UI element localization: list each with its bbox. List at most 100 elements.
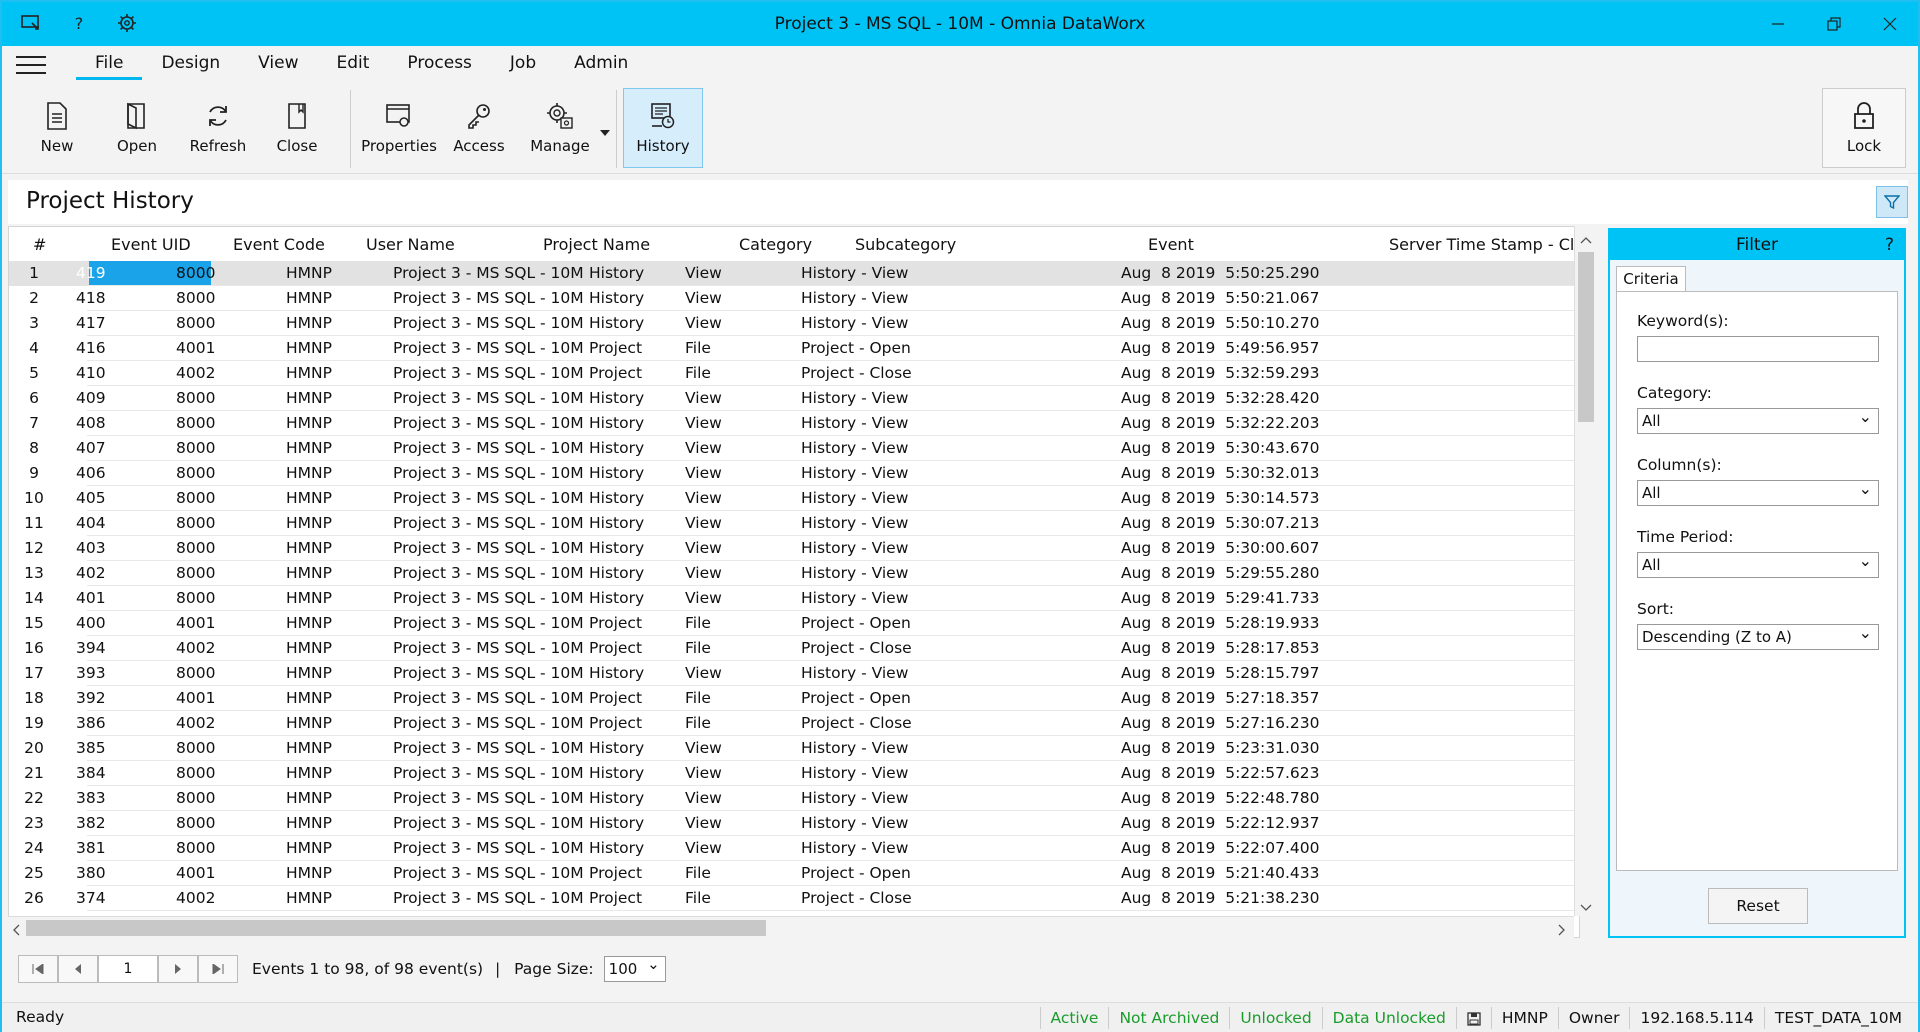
event-code-cell[interactable]: 4001 bbox=[176, 614, 215, 632]
menu-process[interactable]: Process bbox=[388, 46, 491, 84]
user-name-cell[interactable]: HMNP bbox=[286, 289, 332, 307]
project-name-cell[interactable]: Project 3 - MS SQL - 10M bbox=[393, 839, 584, 857]
event-uid-cell[interactable]: 404 bbox=[76, 514, 106, 532]
event-cell[interactable]: Project - Close bbox=[801, 639, 912, 657]
time-period-select[interactable]: All bbox=[1637, 549, 1879, 578]
category-cell[interactable]: History bbox=[589, 664, 644, 682]
event-cell[interactable]: History - View bbox=[801, 439, 908, 457]
project-name-cell[interactable]: Project 3 - MS SQL - 10M bbox=[393, 589, 584, 607]
column-header-event-uid[interactable]: Event UID bbox=[111, 235, 191, 254]
first-page-icon[interactable] bbox=[18, 955, 58, 983]
user-name-cell[interactable]: HMNP bbox=[286, 789, 332, 807]
project-name-cell[interactable]: Project 3 - MS SQL - 10M bbox=[393, 739, 584, 757]
column-header-subcategory[interactable]: Subcategory bbox=[855, 235, 956, 254]
event-uid-cell[interactable]: 381 bbox=[76, 839, 106, 857]
event-uid-cell[interactable]: 407 bbox=[76, 439, 106, 457]
restore-icon[interactable] bbox=[1806, 2, 1862, 46]
subcategory-cell[interactable]: View bbox=[685, 264, 722, 282]
user-name-cell[interactable]: HMNP bbox=[286, 364, 332, 382]
last-page-icon[interactable] bbox=[198, 955, 238, 983]
category-cell[interactable]: Project bbox=[589, 339, 642, 357]
subcategory-cell[interactable]: File bbox=[685, 639, 711, 657]
menu-design[interactable]: Design bbox=[142, 46, 239, 84]
table-row[interactable]: 2 418 8000 HMNP Project 3 - MS SQL - 10M Hist… bbox=[9, 286, 1574, 311]
subcategory-cell[interactable]: File bbox=[685, 364, 711, 382]
user-name-cell[interactable]: HMNP bbox=[286, 489, 332, 507]
event-code-cell[interactable]: 8000 bbox=[176, 839, 215, 857]
event-uid-cell[interactable]: 374 bbox=[76, 889, 106, 907]
category-cell[interactable]: History bbox=[589, 439, 644, 457]
event-uid-cell[interactable]: 385 bbox=[76, 739, 106, 757]
subcategory-cell[interactable]: View bbox=[685, 589, 722, 607]
user-name-cell[interactable]: HMNP bbox=[286, 264, 332, 282]
category-cell[interactable]: History bbox=[589, 764, 644, 782]
scroll-left-icon[interactable] bbox=[12, 922, 20, 940]
event-uid-cell[interactable]: 418 bbox=[76, 289, 106, 307]
hamburger-menu-icon[interactable] bbox=[16, 56, 46, 74]
event-cell[interactable]: History - View bbox=[801, 514, 908, 532]
event-code-cell[interactable]: 4001 bbox=[176, 339, 215, 357]
category-cell[interactable]: Project bbox=[589, 614, 642, 632]
vertical-scrollbar[interactable] bbox=[1574, 226, 1596, 916]
timestamp-cell[interactable]: Aug 8 2019 5:29:41.733 bbox=[1121, 589, 1319, 607]
event-uid-cell[interactable]: 383 bbox=[76, 789, 106, 807]
table-row[interactable]: 7 408 8000 HMNP Project 3 - MS SQL - 10M Hist… bbox=[9, 411, 1574, 436]
timestamp-cell[interactable]: Aug 8 2019 5:22:07.400 bbox=[1121, 839, 1319, 857]
event-code-cell[interactable]: 4001 bbox=[176, 689, 215, 707]
event-cell[interactable]: History - View bbox=[801, 814, 908, 832]
event-uid-cell[interactable]: 402 bbox=[76, 564, 106, 582]
page-number-input[interactable]: 1 bbox=[98, 955, 158, 983]
timestamp-cell[interactable]: Aug 8 2019 5:30:32.013 bbox=[1121, 464, 1319, 482]
category-cell[interactable]: History bbox=[589, 814, 644, 832]
table-row[interactable]: 23 382 8000 HMNP Project 3 - MS SQL - 10M His… bbox=[9, 811, 1574, 836]
lock-button[interactable]: Lock bbox=[1822, 88, 1906, 168]
open-button[interactable]: Open bbox=[104, 88, 170, 168]
event-cell[interactable]: History - View bbox=[801, 414, 908, 432]
event-cell[interactable]: History - View bbox=[801, 464, 908, 482]
column-header-project-name[interactable]: Project Name bbox=[543, 235, 650, 254]
subcategory-cell[interactable]: File bbox=[685, 689, 711, 707]
table-row[interactable]: 3 417 8000 HMNP Project 3 - MS SQL - 10M Hist… bbox=[9, 311, 1574, 336]
category-cell[interactable]: History bbox=[589, 314, 644, 332]
page-size-select[interactable]: 100 bbox=[603, 952, 666, 982]
event-code-cell[interactable]: 8000 bbox=[176, 814, 215, 832]
user-name-cell[interactable]: HMNP bbox=[286, 564, 332, 582]
category-cell[interactable]: History bbox=[589, 289, 644, 307]
timestamp-cell[interactable]: Aug 8 2019 5:27:16.230 bbox=[1121, 714, 1319, 732]
table-row[interactable]: 1 419 8000 HMNP Project 3 - MS SQL - 10M Hist… bbox=[9, 261, 1574, 286]
timestamp-cell[interactable]: Aug 8 2019 5:29:55.280 bbox=[1121, 564, 1319, 582]
user-name-cell[interactable]: HMNP bbox=[286, 889, 332, 907]
project-name-cell[interactable]: Project 3 - MS SQL - 10M bbox=[393, 764, 584, 782]
category-cell[interactable]: Project bbox=[589, 364, 642, 382]
subcategory-cell[interactable]: View bbox=[685, 739, 722, 757]
event-code-cell[interactable]: 8000 bbox=[176, 589, 215, 607]
user-name-cell[interactable]: HMNP bbox=[286, 764, 332, 782]
event-uid-cell[interactable]: 410 bbox=[76, 364, 106, 382]
category-cell[interactable]: History bbox=[589, 514, 644, 532]
event-code-cell[interactable]: 8000 bbox=[176, 764, 215, 782]
user-name-cell[interactable]: HMNP bbox=[286, 839, 332, 857]
project-name-cell[interactable]: Project 3 - MS SQL - 10M bbox=[393, 539, 584, 557]
event-cell[interactable]: Project - Close bbox=[801, 889, 912, 907]
timestamp-cell[interactable]: Aug 8 2019 5:27:18.357 bbox=[1121, 689, 1319, 707]
subcategory-cell[interactable]: View bbox=[685, 414, 722, 432]
event-uid-cell[interactable]: 416 bbox=[76, 339, 106, 357]
menu-edit[interactable]: Edit bbox=[318, 46, 389, 84]
event-code-cell[interactable]: 4001 bbox=[176, 864, 215, 882]
table-row[interactable]: 13 402 8000 HMNP Project 3 - MS SQL - 10M His… bbox=[9, 561, 1574, 586]
user-name-cell[interactable]: HMNP bbox=[286, 639, 332, 657]
event-uid-cell[interactable]: 392 bbox=[76, 689, 106, 707]
timestamp-cell[interactable]: Aug 8 2019 5:30:14.573 bbox=[1121, 489, 1319, 507]
timestamp-cell[interactable]: Aug 8 2019 5:32:22.203 bbox=[1121, 414, 1319, 432]
table-row[interactable]: 11 404 8000 HMNP Project 3 - MS SQL - 10M His… bbox=[9, 511, 1574, 536]
save-disk-icon[interactable] bbox=[1455, 1007, 1491, 1029]
sort-select[interactable]: Descending (Z to A) bbox=[1637, 621, 1879, 650]
event-code-cell[interactable]: 8000 bbox=[176, 439, 215, 457]
column-header-category[interactable]: Category bbox=[739, 235, 812, 254]
category-cell[interactable]: History bbox=[589, 389, 644, 407]
subcategory-cell[interactable]: View bbox=[685, 489, 722, 507]
subcategory-cell[interactable]: File bbox=[685, 889, 711, 907]
keywords-input[interactable] bbox=[1637, 336, 1879, 362]
event-uid-cell[interactable]: 406 bbox=[76, 464, 106, 482]
timestamp-cell[interactable]: Aug 8 2019 5:32:59.293 bbox=[1121, 364, 1319, 382]
